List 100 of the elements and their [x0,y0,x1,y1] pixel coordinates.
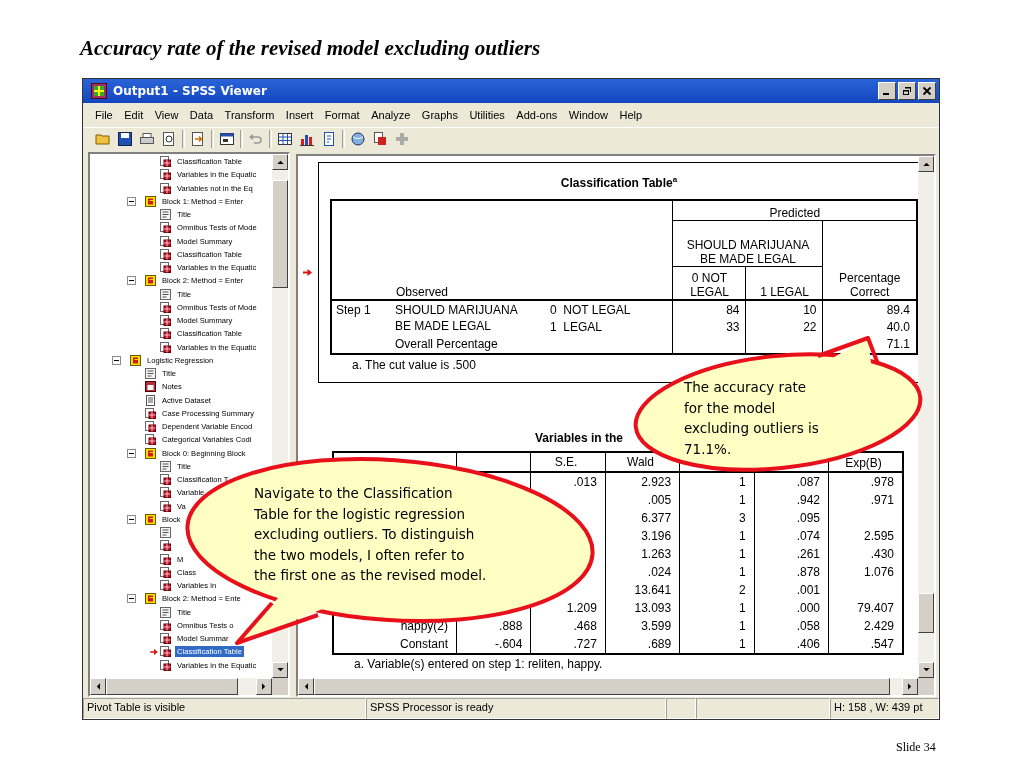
table-cell: .727 [573,637,597,651]
column-header: Percentage Correct [823,220,917,300]
scroll-down-button[interactable] [272,662,288,678]
table-cell: 1.209 [566,601,597,615]
table-document-icon [145,407,156,419]
table-title: Classification Table$^{a}$ [559,175,679,190]
title-document-icon [160,209,171,221]
table-cell: .971 [870,493,894,507]
left-arrow-icon [96,683,100,690]
collapse-toggle[interactable] [127,594,136,604]
table-title: Variables in the [535,431,624,445]
print-icon [139,131,155,147]
menu-item[interactable]: Graphs [421,109,458,121]
table-footnote: a. Variable(s) entered on step 1: reliten, happy. [354,657,604,671]
table-cell: 33 [673,319,746,336]
toolbar-button[interactable] [115,129,135,149]
restore-button[interactable] [898,82,916,100]
menu-item[interactable]: Utilities [469,109,505,121]
table-document-icon [160,566,171,578]
down-arrow-icon [922,668,930,672]
menu-item[interactable]: Transform [224,109,275,121]
menu-item[interactable]: Add-ons [516,109,558,121]
table-cell: 6.377 [641,511,672,525]
left-arrow-icon [304,683,308,690]
scroll-up-button[interactable] [918,156,934,172]
title-document-icon [160,288,171,300]
globe-icon [350,131,366,147]
down-arrow-icon [276,668,284,672]
table-cell: 1 [738,547,746,561]
scroll-right-button[interactable] [902,678,918,695]
column-header: 0 NOT LEGAL [673,266,746,300]
scroll-right-button[interactable] [256,678,272,695]
block-icon [145,447,156,459]
column-header: Exp(B) [845,456,882,470]
table-document-icon [145,421,156,433]
minimize-button[interactable] [878,82,896,100]
scroll-thumb[interactable] [918,593,934,633]
table-cell: .000 [796,601,821,615]
collapse-toggle[interactable] [127,276,136,286]
scroll-left-button[interactable] [298,678,314,695]
menu-item[interactable]: Analyze [371,109,411,121]
horizontal-scrollbar[interactable] [90,678,272,695]
menu-item[interactable]: Window [568,109,608,121]
window-title: Output1 - SPSS Viewer [113,84,268,98]
vertical-scrollbar[interactable] [918,156,934,678]
table-cell: 2.429 [863,619,894,633]
table-cell: 3 [738,511,746,525]
row-header: 0 NOT LEGAL [546,300,673,319]
close-icon [922,86,932,96]
menu-item[interactable]: Help [619,109,643,121]
table-footnote: a. The cut value is .500 [352,358,477,372]
table-document-icon [160,248,171,260]
table-cell: 13.641 [634,583,672,597]
scroll-up-button[interactable] [272,154,288,170]
table-cell: .888 [499,619,523,633]
row-header: 1 LEGAL [546,319,673,336]
minimize-icon [883,93,889,95]
collapse-toggle[interactable] [127,448,136,458]
table-document-icon [160,659,171,671]
open-folder-icon [95,131,111,147]
column-header: Predicted [673,200,917,220]
table-cell: 2.595 [863,529,894,543]
table-cell: .001 [796,583,821,597]
table-cell: .942 [796,493,821,507]
notes-document-icon [145,381,156,393]
table-document-icon [160,646,171,658]
slide-title: Accuracy rate of the revised model excluding outliers [80,35,542,61]
table-cell: 79.407 [857,601,894,615]
collapse-toggle[interactable] [127,196,136,206]
close-button[interactable] [918,82,936,100]
menu-item[interactable]: Edit [124,109,144,121]
row-header: Step 1 [331,300,391,354]
table-cell: 71.1 [823,336,917,354]
scroll-thumb[interactable] [106,678,238,695]
collapse-toggle[interactable] [112,355,121,365]
menu-item[interactable]: View [154,109,179,121]
table-cell: 1.076 [863,565,894,579]
menu-item[interactable]: Data [189,109,214,121]
export-icon [190,131,206,147]
table-cell: .689 [647,637,672,651]
menu-item[interactable]: Format [324,109,360,121]
table-cell: 1 [738,565,746,579]
table-cell: 1 [738,475,746,489]
menu-item[interactable]: Insert [285,109,314,121]
collapse-toggle[interactable] [127,514,136,524]
table-cell: .005 [647,493,672,507]
table-cell: 1 [738,529,746,543]
table-cell: .430 [870,547,894,561]
menu-item[interactable]: File [95,109,113,121]
table-document-icon [160,619,171,631]
scroll-left-button[interactable] [90,678,106,695]
toolbar-button[interactable] [348,129,368,149]
scroll-thumb[interactable] [272,179,288,289]
table-cell: 1 [738,619,746,633]
row-header: SHOULD MARIJUANA BE MADE LEGAL [391,300,546,336]
row-header: happy(2) [400,619,448,633]
scroll-down-button[interactable] [918,662,934,678]
table-cell: .978 [870,475,894,489]
table-cell: .261 [796,547,821,561]
status-text: SPSS Processor is ready [366,698,666,719]
